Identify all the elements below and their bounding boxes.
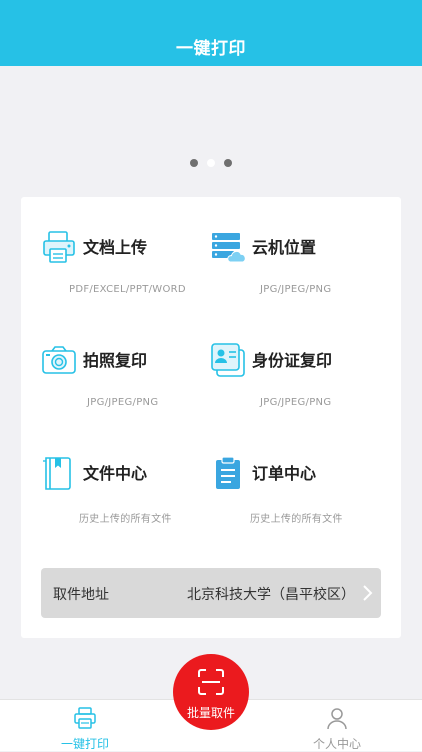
page-title: 一键打印 [176, 39, 246, 59]
tile-sub: JPG/JPEG/PNG [260, 284, 332, 295]
chevron-right-icon [363, 585, 373, 601]
tile-label: 拍照复印 [83, 351, 148, 370]
camera-icon [42, 346, 76, 374]
tab-label: 个人中心 [312, 737, 361, 751]
tab-personal-center[interactable]: 个人中心 [282, 700, 392, 751]
tile-sub: 历史上传的所有文件 [79, 514, 172, 525]
tile-label: 文档上传 [83, 238, 148, 257]
user-icon [327, 708, 347, 730]
tile-label: 云机位置 [252, 238, 317, 257]
printer-icon [43, 231, 75, 263]
tile-label: 文件中心 [83, 464, 148, 483]
tile-sub: JPG/JPEG/PNG [87, 397, 159, 408]
tile-sub: 历史上传的所有文件 [250, 514, 343, 525]
clipboard-icon [216, 456, 240, 489]
tile-cloud-location[interactable]: 云机位置 JPG/JPEG/PNG [210, 229, 370, 309]
carousel-indicator [190, 159, 232, 167]
batch-pickup-button[interactable]: 批量取件 [173, 654, 249, 730]
header-bar: 一键打印 [0, 0, 422, 66]
pickup-address-row[interactable]: 取件地址 北京科技大学（昌平校区） [41, 568, 381, 618]
book-icon [43, 457, 71, 490]
tile-file-center[interactable]: 文件中心 历史上传的所有文件 [41, 455, 191, 535]
carousel-dot[interactable] [224, 159, 232, 167]
tile-label: 订单中心 [252, 464, 317, 483]
carousel-dot-active[interactable] [207, 159, 215, 167]
cloud-server-icon [212, 233, 246, 263]
tile-sub: PDF/EXCEL/PPT/WORD [69, 284, 186, 295]
tile-label: 身份证复印 [252, 351, 333, 370]
tile-order-center[interactable]: 订单中心 历史上传的所有文件 [210, 455, 370, 535]
banner-carousel[interactable] [0, 66, 422, 196]
batch-pickup-label: 批量取件 [186, 706, 235, 720]
tile-sub: JPG/JPEG/PNG [260, 397, 332, 408]
tile-document-upload[interactable]: 文档上传 PDF/EXCEL/PPT/WORD [41, 229, 191, 309]
printer-icon [74, 707, 96, 729]
tile-id-copy[interactable]: 身份证复印 JPG/JPEG/PNG [210, 342, 370, 422]
carousel-dot[interactable] [190, 159, 198, 167]
pickup-address-value: 北京科技大学（昌平校区） [187, 587, 355, 603]
tile-photo-copy[interactable]: 拍照复印 JPG/JPEG/PNG [41, 342, 191, 422]
scan-icon [198, 669, 224, 695]
tab-one-click-print[interactable]: 一键打印 [30, 700, 140, 751]
tab-label: 一键打印 [60, 737, 109, 751]
pickup-label: 取件地址 [53, 587, 109, 603]
feature-card: 文档上传 PDF/EXCEL/PPT/WORD 云机位置 JPG/JPEG/PN… [21, 197, 401, 638]
id-card-icon [211, 343, 245, 377]
